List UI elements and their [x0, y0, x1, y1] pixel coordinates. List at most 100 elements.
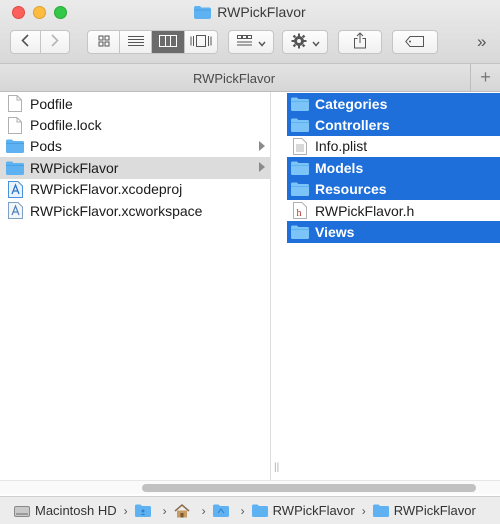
list-item[interactable]: RWPickFlavor.xcodeproj [0, 179, 270, 200]
list-view-button[interactable] [120, 31, 152, 53]
svg-text:h: h [297, 208, 302, 219]
list-item[interactable]: Podfile [0, 93, 270, 114]
tab-title[interactable]: RWPickFlavor [0, 71, 468, 86]
arrange-button[interactable] [228, 30, 274, 54]
folder-icon [291, 159, 309, 177]
edit-tags-button[interactable] [392, 30, 438, 54]
share-button[interactable] [338, 30, 382, 54]
path-crumb[interactable]: RWPickFlavor [372, 503, 476, 518]
chevron-left-icon [21, 34, 29, 50]
chevron-down-icon [311, 35, 320, 50]
crumb-label: Macintosh HD [35, 503, 117, 518]
share-icon [353, 32, 367, 52]
path-separator-icon: › [123, 503, 128, 518]
browser-column-1: Podfile Podfile.lock Pods RWPickFlavor R… [0, 92, 271, 480]
browser-column-2: Categories Controllers Info.plist Models… [272, 92, 500, 480]
back-button[interactable] [11, 31, 41, 53]
path-crumb[interactable] [212, 504, 234, 517]
list-item-selected[interactable]: Categories [287, 93, 500, 115]
disclosure-arrow-icon [259, 162, 265, 173]
path-crumb[interactable] [174, 503, 195, 518]
hard-drive-icon [14, 504, 30, 518]
file-name: Info.plist [315, 138, 368, 155]
list-item[interactable]: Pods [0, 136, 270, 157]
path-separator-icon: › [201, 503, 206, 518]
path-separator-icon: › [162, 503, 167, 518]
document-icon [6, 95, 24, 113]
window-title: RWPickFlavor [0, 4, 500, 22]
header-file-icon: h [291, 202, 309, 220]
new-tab-button[interactable]: + [470, 64, 500, 91]
view-mode-control [87, 30, 218, 54]
list-item-selected[interactable]: Controllers [287, 114, 500, 136]
crumb-label: RWPickFlavor [393, 503, 476, 518]
back-forward-control [10, 30, 70, 54]
file-name: Resources [315, 181, 387, 198]
file-name: Models [315, 159, 364, 176]
file-name: RWPickFlavor.h [315, 202, 415, 219]
user-folder-icon [134, 504, 151, 517]
folder-icon [6, 159, 24, 177]
folder-icon [291, 180, 309, 198]
tab-bar: RWPickFlavor + [0, 64, 500, 92]
column-view-icon [159, 34, 177, 50]
window-titlebar: RWPickFlavor » [0, 0, 500, 64]
folder-icon [194, 6, 212, 22]
folder-icon [291, 95, 309, 113]
file-name: RWPickFlavor [30, 159, 119, 176]
path-separator-icon: › [240, 503, 245, 518]
list-item[interactable]: h RWPickFlavor.h [287, 199, 500, 222]
path-crumb[interactable] [134, 504, 156, 517]
file-name: Controllers [315, 117, 390, 134]
list-item-selected[interactable]: Models [287, 157, 500, 179]
cover-flow-icon [190, 34, 212, 50]
file-name: Views [315, 224, 355, 241]
folder-icon [291, 116, 309, 134]
folder-icon [251, 504, 268, 517]
disclosure-arrow-icon [259, 140, 265, 151]
list-item[interactable]: Info.plist [287, 135, 500, 158]
column-view-button[interactable] [152, 31, 185, 53]
cover-flow-button[interactable] [185, 31, 217, 53]
xcworkspace-icon [6, 202, 24, 220]
window-title-text: RWPickFlavor [217, 4, 306, 20]
folder-icon [372, 504, 389, 517]
list-item[interactable]: Podfile.lock [0, 114, 270, 135]
scrollbar-thumb[interactable] [142, 484, 476, 492]
folder-icon [6, 137, 24, 155]
file-name: RWPickFlavor.xcworkspace [30, 202, 203, 219]
file-name: Podfile.lock [30, 117, 102, 134]
document-icon [6, 116, 24, 134]
chevron-down-icon [257, 35, 266, 50]
forward-button[interactable] [41, 31, 70, 53]
list-item-selected[interactable]: Resources [287, 178, 500, 200]
horizontal-scrollbar[interactable] [0, 480, 500, 494]
file-name: Pods [30, 138, 62, 155]
list-item[interactable]: RWPickFlavor.xcworkspace [0, 200, 270, 221]
tag-icon [405, 35, 425, 50]
column-resize-handle[interactable]: || [274, 462, 279, 473]
chevron-right-icon [51, 34, 59, 50]
arrange-icon [236, 34, 253, 50]
action-button[interactable] [282, 30, 328, 54]
toolbar-overflow-button[interactable]: » [477, 32, 486, 52]
file-name: RWPickFlavor.xcodeproj [30, 181, 183, 198]
path-crumb[interactable]: RWPickFlavor [251, 503, 355, 518]
home-icon [174, 503, 190, 518]
folder-icon [291, 223, 309, 241]
xcodeproj-icon [6, 180, 24, 198]
icon-view-button[interactable] [88, 31, 120, 53]
path-crumb[interactable]: Macintosh HD [14, 503, 117, 518]
icon-view-icon [98, 35, 110, 50]
plist-icon [291, 137, 309, 155]
file-name: Podfile [30, 95, 73, 112]
list-item-selected[interactable]: RWPickFlavor [0, 157, 270, 179]
folder-icon [212, 504, 229, 517]
crumb-label: RWPickFlavor [272, 503, 355, 518]
path-bar: Macintosh HD › › › › RWPickFlavor › RWPi… [0, 496, 500, 524]
list-view-icon [127, 35, 144, 50]
path-separator-icon: › [361, 503, 366, 518]
file-name: Categories [315, 95, 388, 112]
gear-icon [291, 33, 307, 52]
list-item-selected[interactable]: Views [287, 221, 500, 243]
